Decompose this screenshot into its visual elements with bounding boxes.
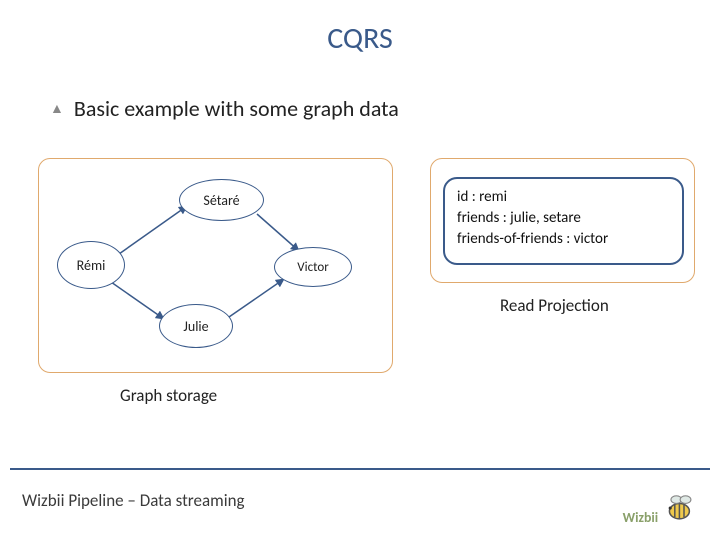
bullet-icon: ▲: [50, 100, 64, 117]
slide: CQRS ▲ Basic example with some graph dat…: [0, 0, 720, 540]
projection-line-id: id : remi: [457, 187, 670, 208]
wizbii-logo: Wizbii: [622, 482, 700, 528]
projection-data-box: id : remi friends : julie, setare friend…: [443, 177, 684, 265]
graph-caption: Graph storage: [120, 385, 217, 406]
projection-caption: Read Projection: [500, 295, 609, 316]
projection-line-friends: friends : julie, setare: [457, 208, 670, 229]
node-victor: Victor: [274, 247, 352, 287]
page-title: CQRS: [0, 20, 720, 57]
logo-text: Wizbii: [623, 509, 659, 526]
projection-line-fof: friends-of-friends : victor: [457, 229, 670, 250]
node-julie: Julie: [159, 304, 233, 348]
footer-text: Wizbii Pipeline – Data streaming: [22, 490, 245, 511]
node-remi: Rémi: [57, 241, 125, 289]
node-setare: Sétaré: [179, 179, 264, 221]
graph-storage-panel: Rémi Sétaré Julie Victor: [38, 158, 393, 373]
footer-divider: [10, 468, 710, 470]
bullet-text: Basic example with some graph data: [74, 95, 399, 122]
read-projection-panel: id : remi friends : julie, setare friend…: [430, 158, 695, 283]
bullet-item: ▲ Basic example with some graph data: [50, 95, 399, 122]
